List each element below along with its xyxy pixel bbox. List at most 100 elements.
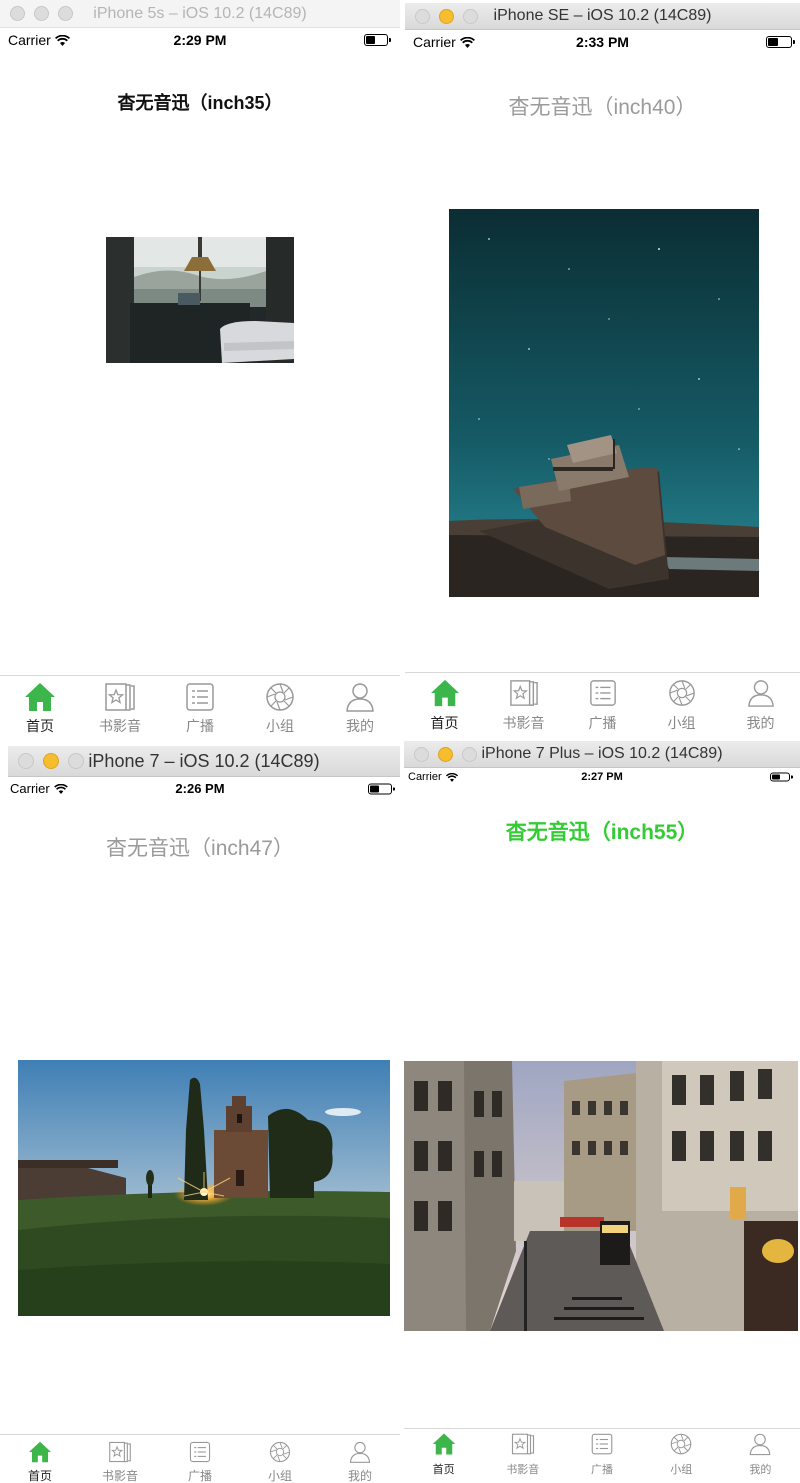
tab-label: 广播 xyxy=(591,1464,613,1476)
status-bar: Carrier 2:33 PM xyxy=(405,32,800,52)
star-books-icon xyxy=(109,1441,131,1463)
tab-books-movies-music[interactable]: 书影音 xyxy=(484,673,563,739)
traffic-lights xyxy=(18,746,84,776)
battery-icon xyxy=(766,36,795,48)
tab-label: 广播 xyxy=(588,715,617,731)
tab-label: 书影音 xyxy=(506,1464,540,1476)
page-heading: 杳无音迅（inch55） xyxy=(505,821,699,844)
compass-icon xyxy=(266,683,294,711)
window-titlebar[interactable]: iPhone SE – iOS 10.2 (14C89) xyxy=(405,3,800,30)
tab-groups[interactable]: 小组 xyxy=(642,673,721,739)
tab-home[interactable]: 首页 xyxy=(405,673,484,739)
tab-broadcast[interactable]: 广播 xyxy=(160,676,240,741)
compass-icon xyxy=(668,680,695,706)
window-titlebar[interactable]: iPhone 7 – iOS 10.2 (14C89) xyxy=(8,746,400,777)
window-titlebar[interactable]: iPhone 5s – iOS 10.2 (14C89) xyxy=(0,0,400,28)
tab-mine[interactable]: 我的 xyxy=(721,1429,800,1481)
traffic-lights xyxy=(414,741,477,767)
tab-mine[interactable]: 我的 xyxy=(721,673,800,739)
status-time: 2:27 PM xyxy=(581,771,623,783)
list-card-icon xyxy=(189,1441,211,1463)
close-button[interactable] xyxy=(415,8,430,24)
paris-street-photo xyxy=(404,1061,798,1331)
tab-label: 首页 xyxy=(432,1464,455,1476)
close-button[interactable] xyxy=(414,746,429,762)
battery-icon xyxy=(364,34,391,46)
zoom-button[interactable] xyxy=(58,6,73,21)
tab-label: 小组 xyxy=(267,1469,292,1483)
status-time: 2:29 PM xyxy=(173,32,227,48)
star-books-icon xyxy=(511,1433,534,1455)
tab-books-movies-music[interactable]: 书影音 xyxy=(80,1435,160,1483)
tab-label: 我的 xyxy=(346,718,374,734)
tab-label: 小组 xyxy=(266,718,294,734)
person-icon xyxy=(346,683,374,712)
tab-books-movies-music[interactable]: 书影音 xyxy=(483,1429,562,1481)
tab-groups[interactable]: 小组 xyxy=(240,676,320,741)
person-icon xyxy=(349,1441,371,1463)
tab-bar: 首页 书影音 广播 小组 我的 xyxy=(404,1428,800,1481)
tuscany-chapel-photo xyxy=(18,1060,390,1316)
battery-icon xyxy=(368,783,395,795)
tab-label: 书影音 xyxy=(101,1469,138,1483)
tab-label: 我的 xyxy=(347,1469,372,1483)
close-button[interactable] xyxy=(18,753,34,769)
tab-label: 小组 xyxy=(667,715,696,731)
status-time: 2:33 PM xyxy=(576,34,629,50)
tab-label: 我的 xyxy=(749,1464,772,1476)
tab-broadcast[interactable]: 广播 xyxy=(563,673,642,739)
zoom-button[interactable] xyxy=(462,746,477,762)
home-icon xyxy=(25,683,55,711)
star-books-icon xyxy=(509,680,538,706)
page-heading: 杳无音迅（inch47） xyxy=(106,837,294,860)
tab-mine[interactable]: 我的 xyxy=(320,676,400,741)
person-icon xyxy=(747,680,774,707)
simulator-window-iphone-5s: iPhone 5s – iOS 10.2 (14C89) Carrier 2:2… xyxy=(0,0,400,741)
star-books-icon xyxy=(105,683,135,711)
minimize-button[interactable] xyxy=(34,6,49,21)
home-icon xyxy=(430,679,459,707)
window-titlebar[interactable]: iPhone 7 Plus – iOS 10.2 (14C89) xyxy=(404,741,800,768)
simulator-window-iphone-7-plus: iPhone 7 Plus – iOS 10.2 (14C89) Carrier… xyxy=(404,741,800,1483)
list-card-icon xyxy=(591,1433,613,1455)
tab-home[interactable]: 首页 xyxy=(0,1435,80,1483)
tab-label: 我的 xyxy=(746,715,775,731)
battery-icon xyxy=(770,772,793,782)
tab-label: 小组 xyxy=(670,1464,693,1476)
compass-icon xyxy=(670,1433,692,1455)
tab-broadcast[interactable]: 广播 xyxy=(562,1429,641,1481)
home-icon xyxy=(29,1441,51,1463)
tab-broadcast[interactable]: 广播 xyxy=(160,1435,240,1483)
list-card-icon xyxy=(589,680,616,706)
simulator-window-iphone-se: iPhone SE – iOS 10.2 (14C89) Carrier 2:3… xyxy=(405,3,800,741)
tab-home[interactable]: 首页 xyxy=(404,1429,483,1481)
status-bar: Carrier 2:29 PM xyxy=(0,30,400,50)
minimize-button[interactable] xyxy=(438,746,453,762)
home-icon xyxy=(432,1433,455,1455)
tab-bar: 首页 书影音 广播 小组 我的 xyxy=(0,1434,400,1483)
tab-mine[interactable]: 我的 xyxy=(320,1435,400,1483)
tab-home[interactable]: 首页 xyxy=(0,676,80,741)
stranded-boat-photo xyxy=(449,209,759,597)
traffic-lights xyxy=(415,3,478,29)
tab-groups[interactable]: 小组 xyxy=(642,1429,721,1481)
minimize-button[interactable] xyxy=(43,753,59,769)
status-bar: Carrier 2:26 PM xyxy=(0,780,400,798)
close-button[interactable] xyxy=(10,6,25,21)
tab-label: 首页 xyxy=(26,718,54,734)
tab-label: 广播 xyxy=(187,1469,212,1483)
tab-books-movies-music[interactable]: 书影音 xyxy=(80,676,160,741)
status-time: 2:26 PM xyxy=(175,781,225,796)
tab-label: 首页 xyxy=(430,715,459,731)
minimize-button[interactable] xyxy=(439,8,454,24)
tab-bar: 首页 书影音 广播 小组 我的 xyxy=(0,675,400,741)
status-bar: Carrier 2:27 PM xyxy=(404,769,800,785)
tab-groups[interactable]: 小组 xyxy=(240,1435,320,1483)
compass-icon xyxy=(269,1441,291,1463)
tab-label: 首页 xyxy=(27,1469,52,1483)
zoom-button[interactable] xyxy=(463,8,478,24)
tab-label: 书影音 xyxy=(502,715,545,731)
page-heading: 杳无音迅（inch35） xyxy=(117,93,283,113)
traffic-lights xyxy=(10,0,73,27)
zoom-button[interactable] xyxy=(68,753,84,769)
